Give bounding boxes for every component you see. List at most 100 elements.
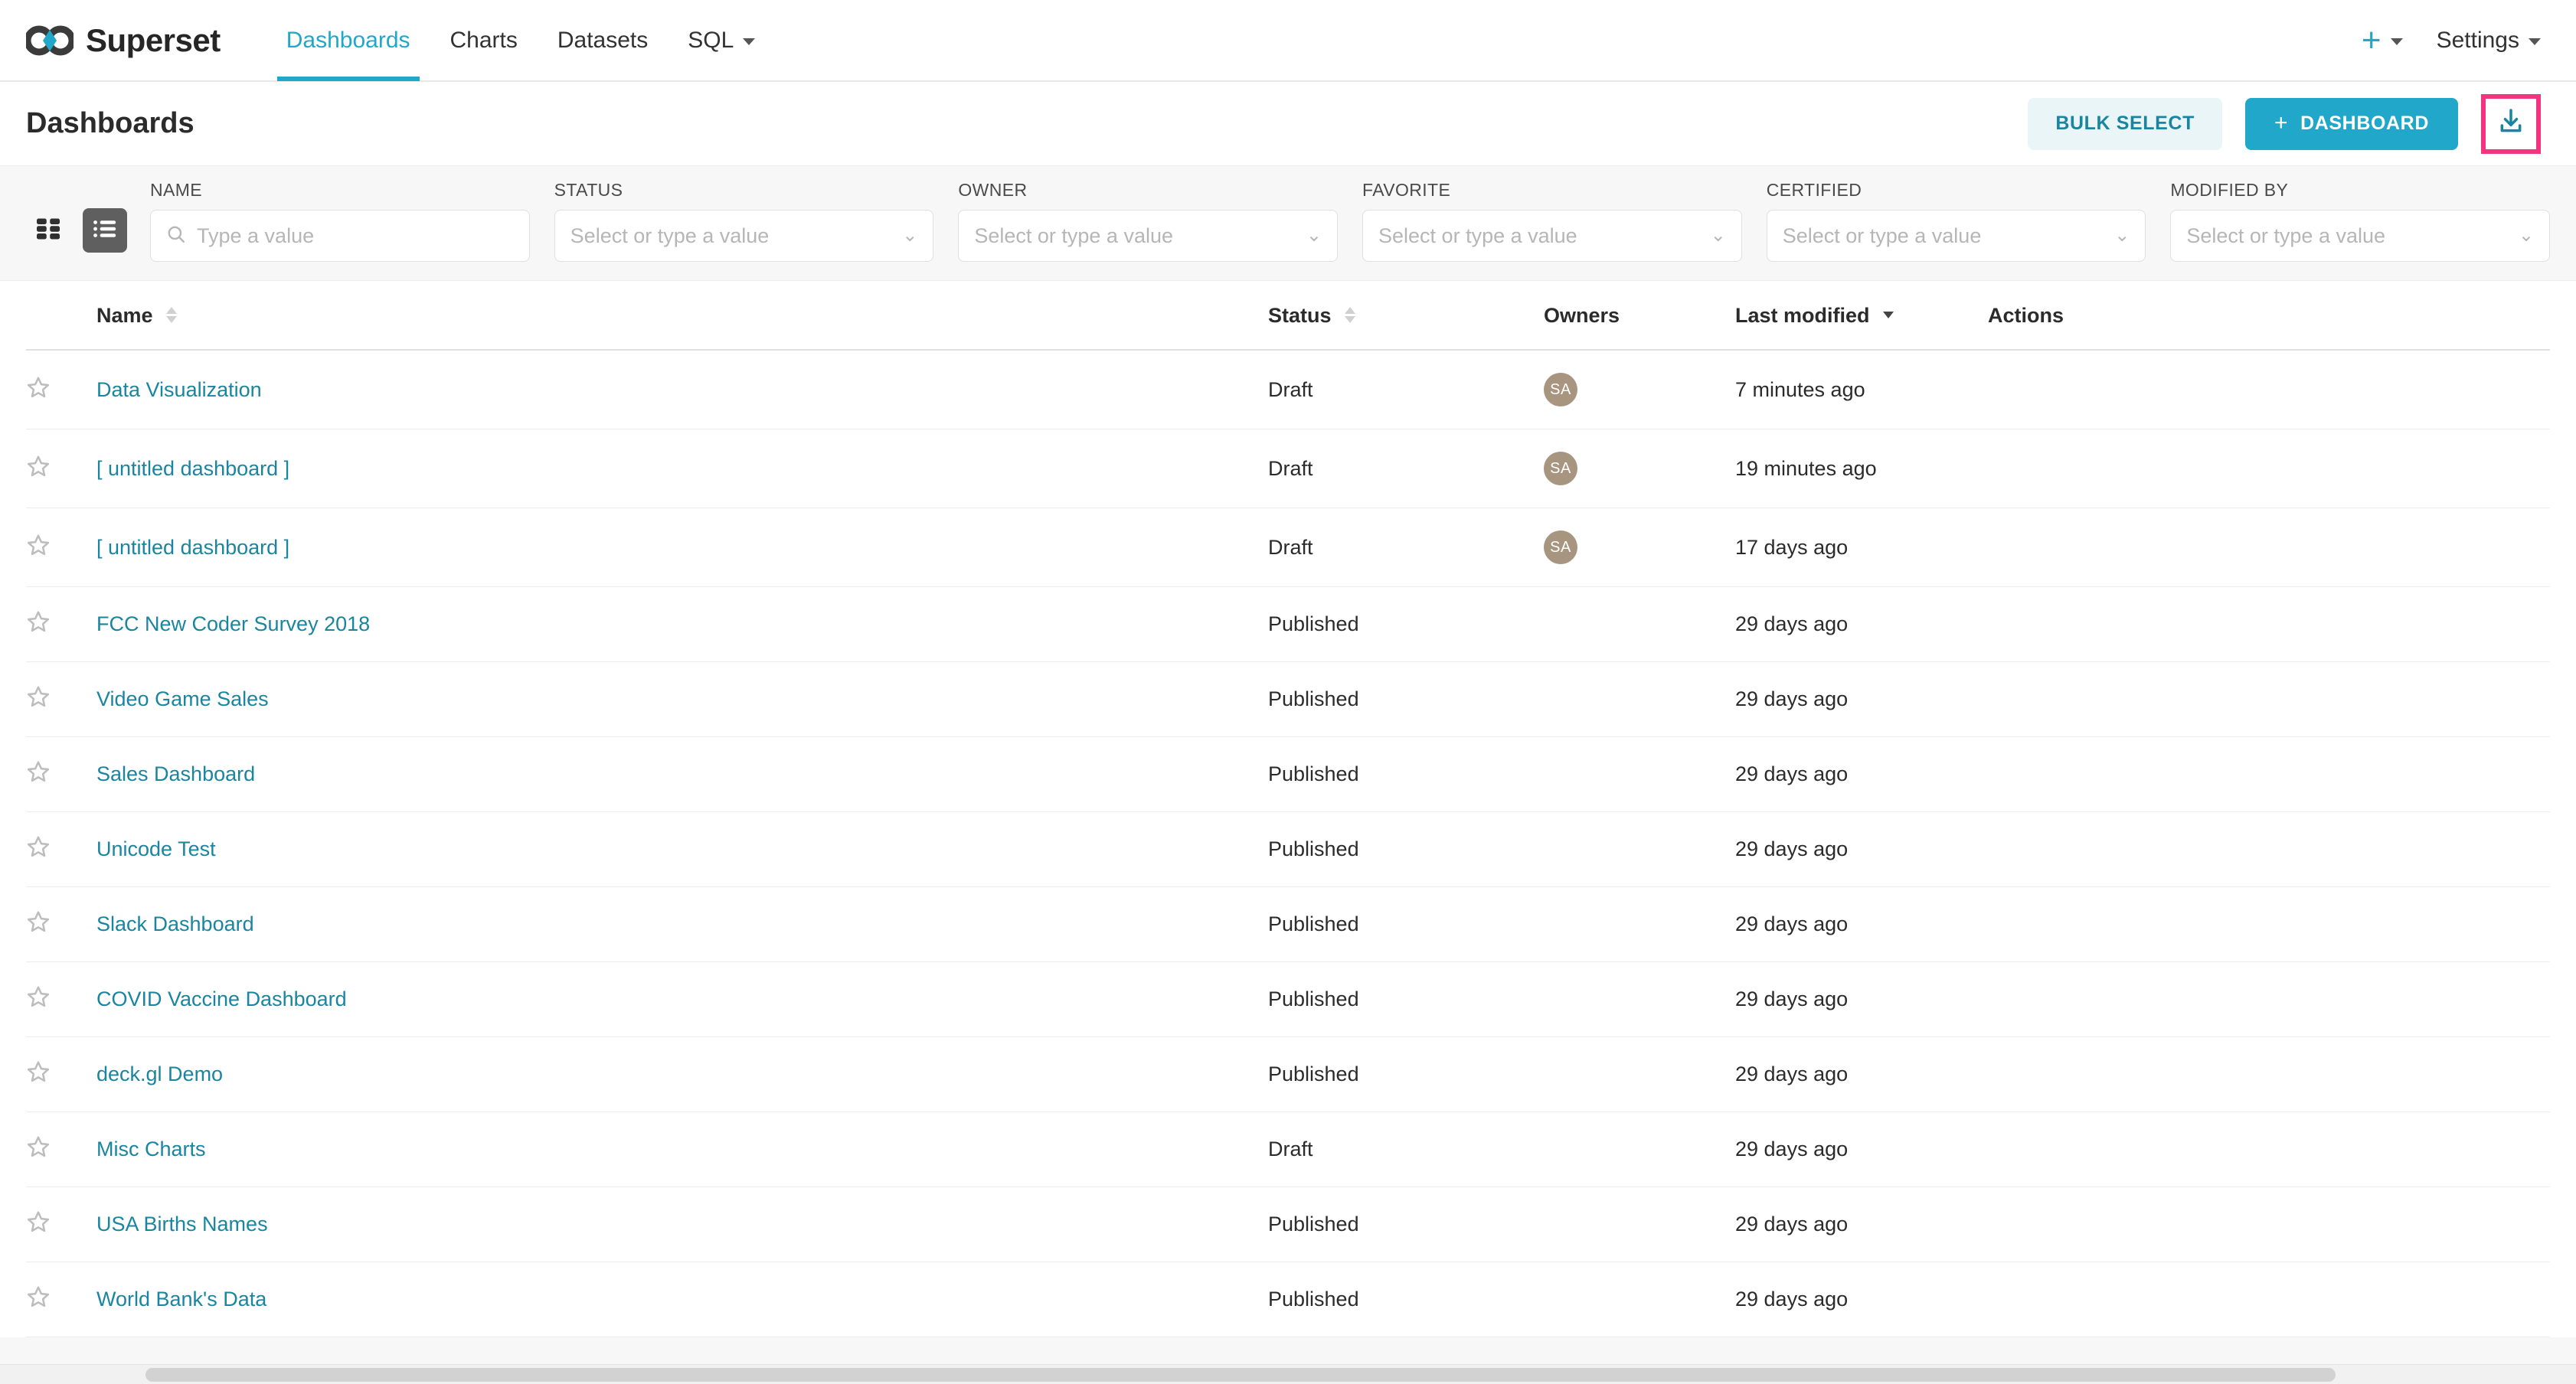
dashboard-name-link[interactable]: COVID Vaccine Dashboard [96,987,347,1010]
favorite-star-icon[interactable] [26,1209,51,1239]
nav-item-dashboards[interactable]: Dashboards [266,0,430,81]
favorite-star-icon[interactable] [26,1134,51,1164]
table-row[interactable]: deck.gl Demo Published 29 days ago [26,1036,2550,1112]
column-header-owners: Owners [1544,281,1735,351]
favorite-star-icon[interactable] [26,533,51,563]
nav-item-datasets[interactable]: Datasets [538,0,668,81]
certified-select[interactable]: Select or type a value ⌄ [1766,210,2146,262]
dashboards-table-area: Name Status Owners Last modified Actions… [0,281,2576,1337]
avatar[interactable]: SA [1544,452,1577,485]
filter-modified-by: MODIFIED BY Select or type a value ⌄ [2170,180,2551,262]
favorite-star-icon[interactable] [26,454,51,484]
column-header-actions: Actions [1988,281,2550,351]
dashboard-name-link[interactable]: deck.gl Demo [96,1062,223,1085]
status-cell: Published [1268,886,1544,962]
horizontal-scrollbar-thumb[interactable] [145,1368,2336,1382]
sort-indicator-icon [166,307,178,324]
table-row[interactable]: Sales Dashboard Published 29 days ago [26,736,2550,812]
table-row[interactable]: [ untitled dashboard ] Draft SA 19 minutes … [26,429,2550,508]
favorite-select-placeholder: Select or type a value [1378,224,1577,247]
sort-descending-icon [1883,312,1894,319]
avatar[interactable]: SA [1544,530,1577,564]
actions-cell [1988,1036,2550,1112]
settings-menu[interactable]: Settings [2437,28,2541,54]
search-input[interactable]: Type a value [150,210,530,262]
dashboard-name-link[interactable]: FCC New Coder Survey 2018 [96,612,370,635]
modified-by-select[interactable]: Select or type a value ⌄ [2170,210,2551,262]
name-cell: COVID Vaccine Dashboard [96,961,1268,1037]
favorite-star-icon[interactable] [26,609,51,639]
dashboard-name-link[interactable]: Unicode Test [96,837,216,860]
filter-controls: NAME Type a value STATUS Select or type … [150,180,2551,262]
filter-certified-label: CERTIFIED [1766,180,1862,200]
modified-by-select-placeholder: Select or type a value [2186,224,2386,247]
dashboard-name-link[interactable]: World Bank's Data [96,1288,266,1311]
dashboard-name-link[interactable]: Video Game Sales [96,687,269,710]
favorite-star-icon[interactable] [26,1059,51,1089]
favorite-cell [26,508,96,587]
name-cell: [ untitled dashboard ] [96,508,1268,587]
nav-item-charts[interactable]: Charts [430,0,538,81]
table-row[interactable]: FCC New Coder Survey 2018 Published 29 day… [26,586,2550,662]
card-view-toggle-button[interactable] [26,208,70,253]
table-row[interactable]: Slack Dashboard Published 29 days ago [26,886,2550,962]
favorite-star-icon[interactable] [26,834,51,864]
last-modified-cell: 7 minutes ago [1735,350,1988,429]
dashboard-name-link[interactable]: Data Visualization [96,378,262,401]
search-input-placeholder: Type a value [197,224,315,247]
new-dashboard-button[interactable]: + DASHBOARD [2244,97,2458,150]
page-root: Superset Dashboards Charts Datasets SQL … [0,0,2576,1384]
table-row[interactable]: COVID Vaccine Dashboard Published 29 days … [26,961,2550,1037]
favorite-select[interactable]: Select or type a value ⌄ [1362,210,1742,262]
status-select[interactable]: Select or type a value ⌄ [554,210,934,262]
favorite-star-icon[interactable] [26,375,51,405]
bulk-select-button[interactable]: BULK SELECT [2028,97,2222,150]
chevron-down-icon: ⌄ [1306,225,1322,246]
top-navbar: Superset Dashboards Charts Datasets SQL … [0,0,2576,82]
favorite-star-icon[interactable] [26,909,51,939]
dashboard-name-link[interactable]: Misc Charts [96,1138,206,1160]
status-cell: Draft [1268,1111,1544,1187]
owners-cell: SA [1544,350,1735,429]
new-item-menu[interactable]: + [2361,21,2403,59]
sort-indicator-icon [1345,307,1356,324]
name-cell: Sales Dashboard [96,736,1268,812]
last-modified-cell: 29 days ago [1735,811,1988,887]
column-header-status[interactable]: Status [1268,281,1544,351]
actions-cell [1988,586,2550,662]
favorite-star-icon[interactable] [26,984,51,1014]
table-row[interactable]: Unicode Test Published 29 days ago [26,811,2550,887]
import-export-download-button[interactable] [2481,93,2541,154]
table-body: Data Visualization Draft SA 7 minutes ago[ … [26,350,2550,1337]
table-row[interactable]: USA Births Names Published 29 days ago [26,1187,2550,1262]
table-row[interactable]: [ untitled dashboard ] Draft SA 17 days ago [26,508,2550,587]
table-row[interactable]: Misc Charts Draft 29 days ago [26,1111,2550,1187]
favorite-cell [26,1036,96,1112]
table-row[interactable]: Video Game Sales Published 29 days ago [26,661,2550,737]
column-header-last-modified[interactable]: Last modified [1735,281,1988,351]
dashboard-name-link[interactable]: USA Births Names [96,1213,268,1235]
horizontal-scrollbar[interactable] [0,1364,2576,1384]
plus-icon: + [2361,21,2381,59]
dashboard-name-link[interactable]: Slack Dashboard [96,912,254,935]
column-header-name[interactable]: Name [96,281,1268,351]
list-view-toggle-button[interactable] [83,208,127,253]
name-cell: Slack Dashboard [96,886,1268,962]
favorite-star-icon[interactable] [26,684,51,714]
dashboard-name-link[interactable]: [ untitled dashboard ] [96,536,289,559]
table-row[interactable]: World Bank's Data Published 29 days ago [26,1262,2550,1337]
owner-select[interactable]: Select or type a value ⌄ [958,210,1339,262]
brand-logo-link[interactable]: Superset [26,22,221,59]
favorite-star-icon[interactable] [26,759,51,789]
table-row[interactable]: Data Visualization Draft SA 7 minutes ago [26,350,2550,429]
favorite-star-icon[interactable] [26,1284,51,1314]
dashboard-name-link[interactable]: [ untitled dashboard ] [96,457,289,480]
column-header-last-modified-label: Last modified [1735,304,1870,327]
dashboard-name-link[interactable]: Sales Dashboard [96,762,255,785]
avatar[interactable]: SA [1544,373,1577,406]
column-header-owners-label: Owners [1544,304,1620,327]
name-cell: FCC New Coder Survey 2018 [96,586,1268,662]
last-modified-cell: 29 days ago [1735,586,1988,662]
owners-cell: SA [1544,508,1735,587]
nav-item-sql[interactable]: SQL [668,0,775,81]
